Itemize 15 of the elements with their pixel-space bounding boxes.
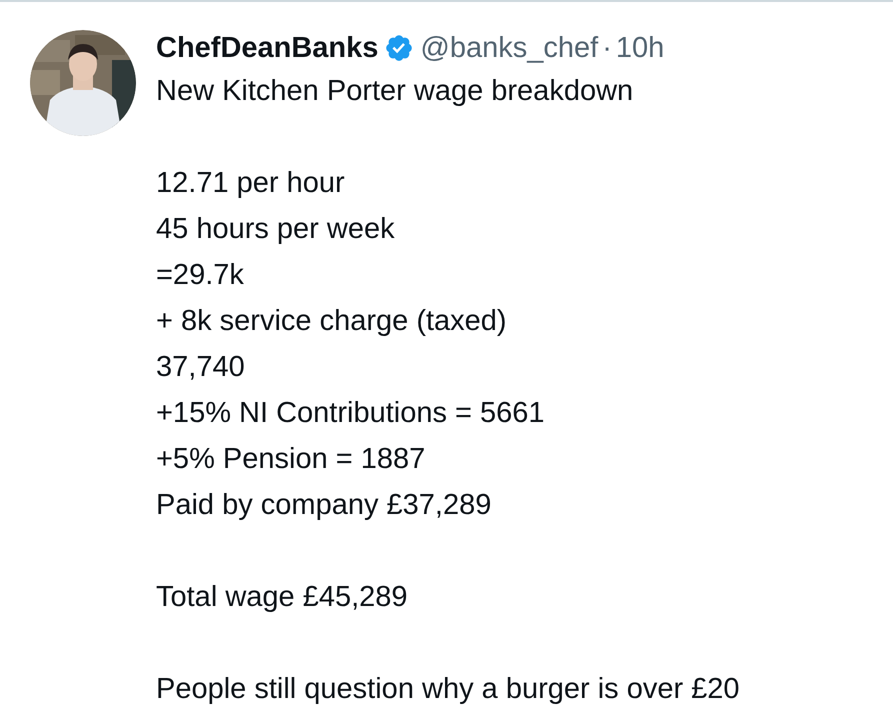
- tweet-text-line: + 8k service charge (taxed): [156, 304, 508, 339]
- dot-separator: ·: [602, 31, 612, 66]
- tweet-text-line: 37,740: [156, 350, 246, 385]
- tweet-text-line: New Kitchen Porter wage breakdown: [156, 74, 634, 109]
- tweet-text-line: =29.7k: [156, 258, 245, 293]
- post-time[interactable]: 10h: [616, 30, 664, 66]
- tweet-text-line: 45 hours per week: [156, 212, 396, 247]
- tweet-text-line: Total wage £45,289: [156, 580, 409, 615]
- author-name[interactable]: ChefDeanBanks: [156, 30, 378, 66]
- tweet-text-line: +15% NI Contributions = 5661: [156, 396, 546, 431]
- author-handle[interactable]: @banks_chef: [420, 30, 598, 66]
- tweet-text-line: 12.71 per hour: [156, 166, 346, 201]
- tweet-text-line: +5% Pension = 1887: [156, 442, 426, 477]
- tweet-text-line: People still question why a burger is over £20: [156, 672, 740, 707]
- tweet-text-line: Paid by company £37,289: [156, 488, 492, 523]
